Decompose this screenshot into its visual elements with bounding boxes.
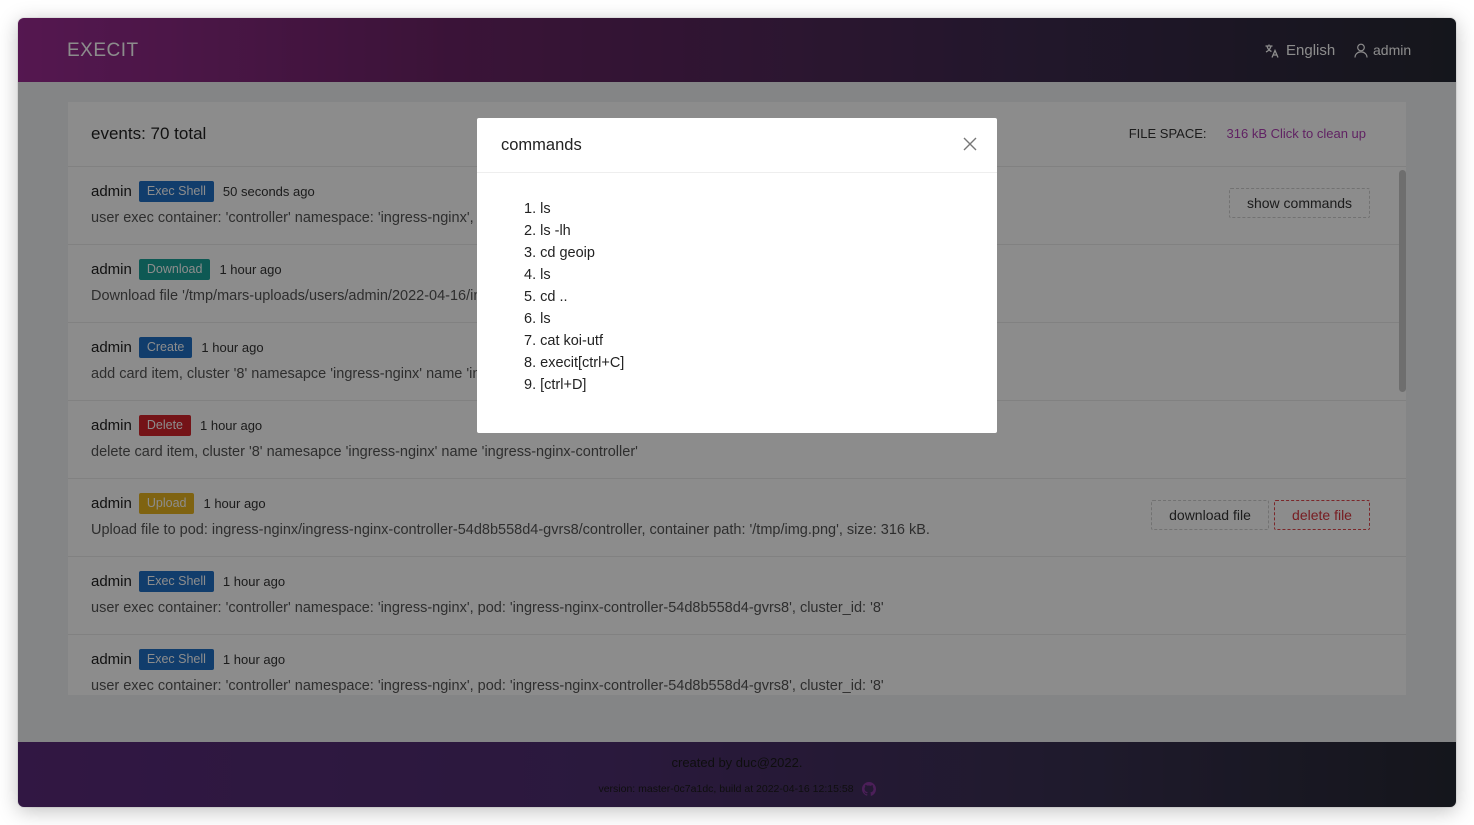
app-window: EXECIT English admin events: 70 total FI… — [18, 18, 1456, 807]
command-item: 1. ls — [524, 198, 624, 220]
command-number: 2. — [524, 223, 541, 239]
command-item: 8. execit[ctrl+C] — [524, 352, 624, 374]
command-text: cd geoip — [540, 245, 595, 261]
commands-modal: commands 1. ls 2. ls -lh 3. cd geoip 4. ls 5… — [477, 118, 997, 433]
commands-list: 1. ls 2. ls -lh 3. cd geoip 4. ls 5. cd .. 6.… — [524, 198, 624, 396]
command-number: 4. — [524, 267, 541, 283]
command-text: [ctrl+D] — [540, 377, 587, 393]
command-item: 6. ls — [524, 308, 624, 330]
command-text: ls -lh — [540, 223, 571, 239]
command-number: 6. — [524, 311, 541, 327]
command-number: 7. — [524, 333, 541, 349]
command-item: 2. ls -lh — [524, 220, 624, 242]
close-icon[interactable] — [963, 137, 977, 156]
command-item: 3. cd geoip — [524, 242, 624, 264]
command-text: cat koi-utf — [540, 333, 603, 349]
command-item: 9. [ctrl+D] — [524, 374, 624, 396]
command-item: 7. cat koi-utf — [524, 330, 624, 352]
command-text: execit[ctrl+C] — [540, 355, 625, 371]
command-text: ls — [540, 201, 551, 217]
command-number: 3. — [524, 245, 541, 261]
command-item: 5. cd .. — [524, 286, 624, 308]
command-number: 9. — [524, 377, 541, 393]
command-item: 4. ls — [524, 264, 624, 286]
command-text: cd .. — [540, 289, 568, 305]
command-text: ls — [540, 267, 551, 283]
modal-header: commands — [477, 118, 997, 173]
command-text: ls — [540, 311, 551, 327]
modal-title: commands — [501, 136, 582, 154]
command-number: 1. — [524, 201, 541, 217]
command-number: 5. — [524, 289, 541, 305]
command-number: 8. — [524, 355, 541, 371]
